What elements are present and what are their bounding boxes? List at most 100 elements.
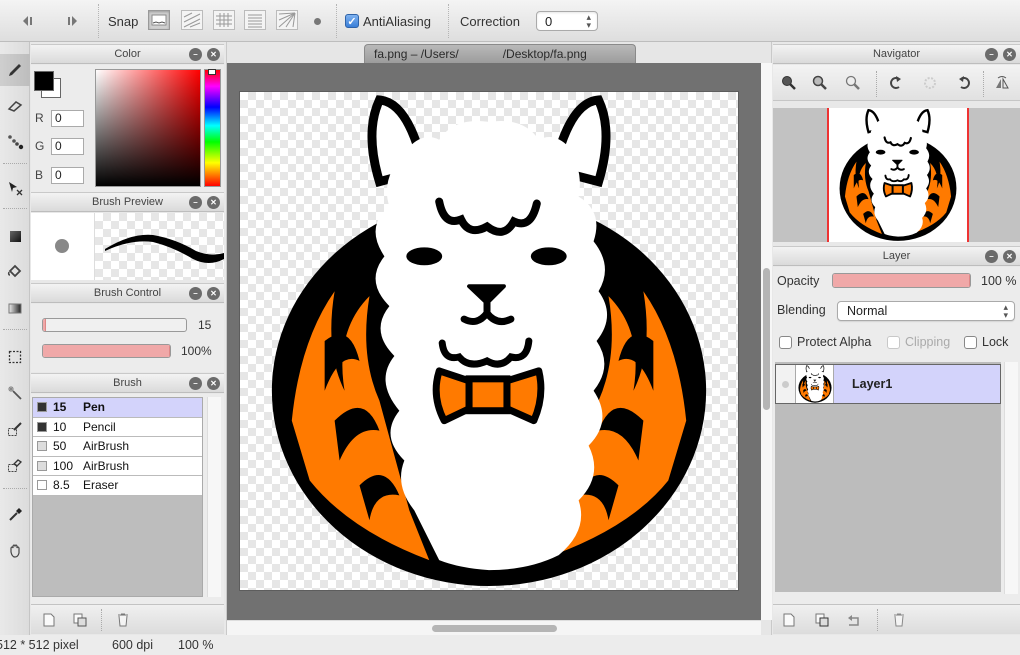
drawing-canvas[interactable] — [239, 91, 739, 591]
minimize-icon[interactable]: – — [985, 250, 998, 263]
snap-parallel-button[interactable] — [181, 10, 203, 30]
new-layer-button[interactable] — [781, 612, 797, 628]
close-icon[interactable]: ✕ — [207, 377, 220, 390]
red-label: R — [35, 111, 44, 125]
tool-hand[interactable] — [0, 535, 30, 567]
tool-gradient[interactable] — [0, 292, 30, 324]
layer-visibility-toggle[interactable] — [776, 365, 796, 403]
brush-list-scrollbar[interactable] — [207, 397, 221, 597]
minimize-icon[interactable]: – — [985, 48, 998, 61]
trash-icon — [894, 613, 904, 627]
tool-fill-rect[interactable] — [0, 220, 30, 252]
merge-down-button[interactable] — [846, 612, 862, 628]
blending-mode-select[interactable]: Normal ▴ ▾ — [837, 301, 1015, 321]
hue-handle[interactable] — [208, 69, 216, 75]
tool-dot-line[interactable] — [0, 126, 30, 158]
new-brush-button[interactable] — [41, 612, 57, 628]
flip-button[interactable] — [993, 74, 1011, 92]
layer-opacity-fill — [833, 274, 970, 287]
rotate-left-button[interactable] — [887, 74, 905, 92]
delete-brush-button[interactable] — [115, 612, 131, 628]
layer-list-scrollbar[interactable] — [1004, 362, 1018, 594]
tool-magic-wand[interactable] — [0, 377, 30, 409]
horizontal-scroll-thumb[interactable] — [432, 625, 557, 632]
snap-off-button[interactable] — [148, 10, 170, 30]
tool-eraser[interactable] — [0, 90, 30, 122]
brush-size-fill — [43, 319, 46, 331]
correction-stepper[interactable]: 0 ▴ ▾ — [536, 10, 598, 32]
snap-horizontal-button[interactable] — [244, 10, 266, 30]
brush-list-item[interactable]: 100 AirBrush — [33, 456, 202, 476]
layer-name[interactable]: Layer1 — [852, 377, 892, 391]
tool-select-pen[interactable] — [0, 413, 30, 445]
snap-dot-button[interactable] — [308, 10, 326, 32]
brush-list-item[interactable]: 50 AirBrush — [33, 437, 202, 457]
delete-layer-button[interactable] — [891, 612, 907, 628]
protect-alpha-checkbox[interactable] — [779, 335, 792, 349]
duplicate-brush-button[interactable] — [72, 612, 88, 628]
lock-checkbox[interactable] — [964, 335, 977, 349]
zoom-out-button[interactable] — [811, 74, 829, 92]
navigator-viewport[interactable] — [827, 108, 969, 242]
brush-list-item[interactable]: 8.5 Eraser — [33, 476, 202, 496]
minimize-icon[interactable]: – — [189, 377, 202, 390]
brush-size: 10 — [53, 419, 67, 434]
hue-slider[interactable] — [204, 69, 221, 187]
snap-grid-button[interactable] — [213, 10, 235, 30]
canvas-vertical-scrollbar[interactable] — [761, 63, 772, 620]
layer-row[interactable]: Layer1 — [775, 364, 1001, 404]
magic-wand-icon — [8, 386, 22, 400]
blue-input[interactable]: 0 — [51, 167, 84, 184]
brush-panel: 15 Pen 10 Pencil 50 AirBrush 100 AirBrush 8.5 Era… — [31, 394, 224, 604]
canvas-horizontal-scrollbar[interactable] — [227, 620, 761, 635]
minimize-icon[interactable]: – — [189, 287, 202, 300]
protect-alpha-option[interactable]: Protect Alpha — [779, 335, 871, 349]
eraser-icon — [7, 101, 23, 112]
antialiasing-toggle[interactable]: ✓ AntiAliasing — [345, 10, 431, 32]
close-icon[interactable]: ✕ — [207, 48, 220, 61]
tool-select-eraser[interactable] — [0, 449, 30, 481]
redo-button[interactable] — [60, 10, 82, 32]
tool-eyedropper[interactable] — [0, 499, 30, 531]
red-input[interactable]: 0 — [51, 110, 84, 127]
close-icon[interactable]: ✕ — [207, 287, 220, 300]
navigator-preview[interactable] — [773, 108, 1020, 242]
zoom-actual-button[interactable] — [844, 74, 862, 92]
clipping-option[interactable]: Clipping — [887, 335, 950, 349]
foreground-color-swatch[interactable] — [34, 71, 54, 91]
close-icon[interactable]: ✕ — [207, 196, 220, 209]
antialiasing-checkbox[interactable]: ✓ — [345, 14, 359, 28]
snap-radial-button[interactable] — [276, 10, 298, 30]
duplicate-layer-button[interactable] — [814, 612, 830, 628]
horizontal-lines-icon — [248, 14, 262, 28]
lock-option[interactable]: Lock — [964, 335, 1008, 349]
color-panel-header: Color – ✕ — [31, 44, 224, 64]
undo-button[interactable] — [18, 10, 40, 32]
tool-select-rect[interactable] — [0, 341, 30, 373]
minimize-icon[interactable]: – — [189, 48, 202, 61]
minimize-icon[interactable]: – — [189, 196, 202, 209]
vertical-scroll-thumb[interactable] — [763, 268, 770, 410]
clipping-checkbox[interactable] — [887, 335, 900, 349]
brush-name: Pen — [83, 400, 106, 415]
layer-opacity-slider[interactable] — [832, 273, 971, 288]
brush-list-item[interactable]: 15 Pen — [33, 398, 202, 418]
close-icon[interactable]: ✕ — [1003, 250, 1016, 263]
brush-size-slider[interactable] — [42, 318, 187, 332]
stepper-arrows-icon[interactable]: ▴ ▾ — [586, 13, 591, 30]
tool-pen[interactable] — [0, 54, 30, 86]
tool-bucket[interactable] — [0, 255, 30, 287]
document-tab[interactable]: fa.png – /Users/ /Desktop/fa.png — [364, 44, 636, 63]
artwork-shape — [530, 247, 567, 266]
brush-list-item[interactable]: 10 Pencil — [33, 417, 202, 437]
artwork-shape — [816, 386, 820, 391]
saturation-value-picker[interactable] — [95, 69, 201, 187]
green-input[interactable]: 0 — [51, 138, 84, 155]
tool-move[interactable] — [0, 172, 30, 204]
brush-opacity-slider[interactable] — [42, 344, 171, 358]
rotate-reset-button[interactable] — [921, 74, 939, 92]
brush-name: Pencil — [83, 419, 116, 434]
zoom-in-button[interactable] — [780, 74, 798, 92]
close-icon[interactable]: ✕ — [1003, 48, 1016, 61]
rotate-right-button[interactable] — [955, 74, 973, 92]
